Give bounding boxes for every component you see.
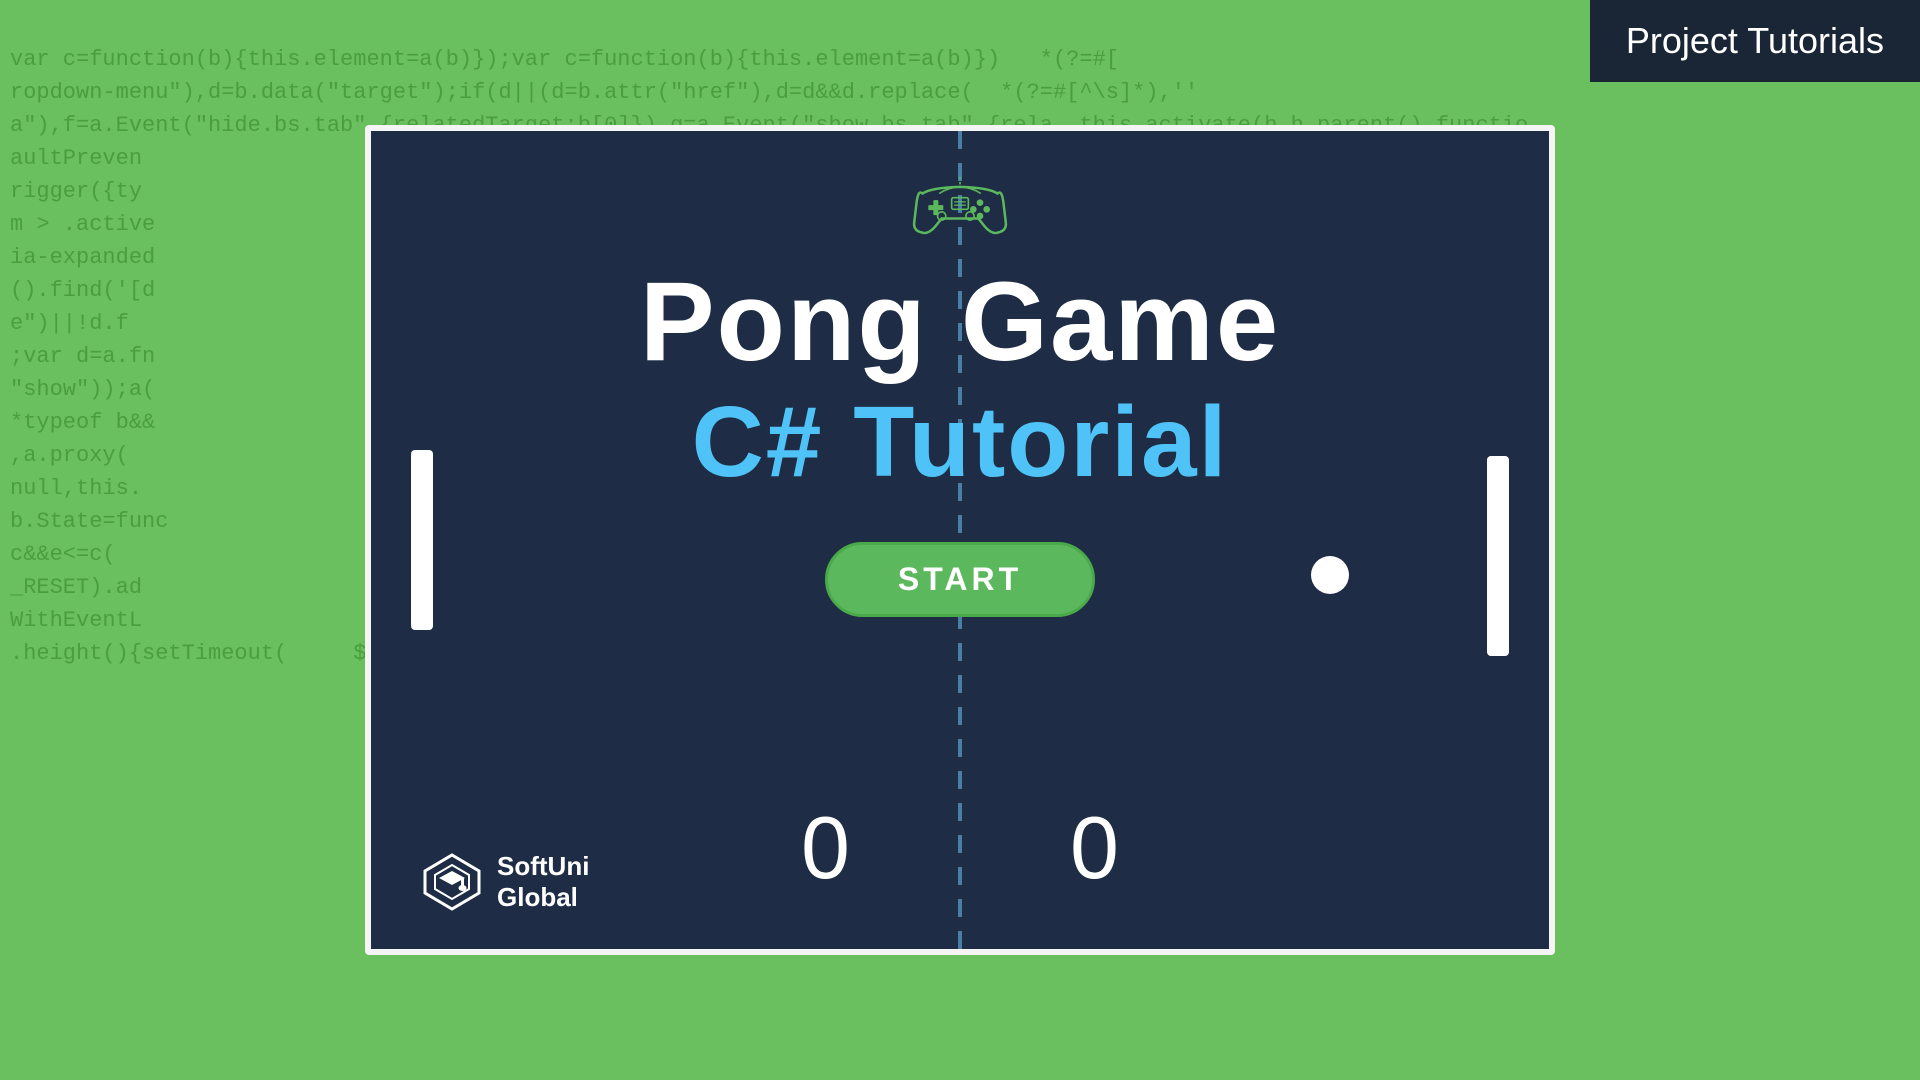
game-card: Pong Game C# Tutorial START 0 0 SoftUni … [365, 125, 1555, 955]
softuni-logo: SoftUni Global [421, 851, 589, 913]
softuni-icon [421, 851, 483, 913]
score-area: 0 0 [801, 797, 1119, 899]
project-tutorials-badge: Project Tutorials [1590, 0, 1920, 82]
gamepad-icon [910, 171, 1010, 241]
score-right: 0 [1070, 797, 1119, 899]
badge-label: Project Tutorials [1626, 20, 1884, 61]
controller-area [910, 171, 1010, 246]
start-button[interactable]: START [825, 542, 1095, 617]
game-subtitle: C# Tutorial [692, 392, 1229, 492]
score-left: 0 [801, 797, 850, 899]
softuni-text: SoftUni Global [497, 851, 589, 913]
game-title: Pong Game [640, 266, 1280, 378]
